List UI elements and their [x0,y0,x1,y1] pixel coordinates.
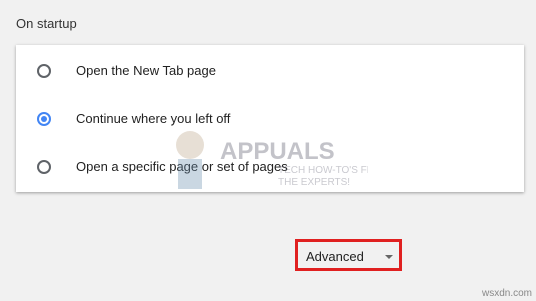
startup-options-card: Open the New Tab page Continue where you… [16,45,524,192]
option-label: Open the New Tab page [76,63,216,78]
option-continue[interactable]: Continue where you left off [16,95,524,143]
section-title: On startup [16,16,77,31]
radio-button-selected[interactable] [37,112,51,126]
advanced-button[interactable]: Advanced [295,239,402,271]
radio-button[interactable] [37,160,51,174]
radio-button[interactable] [37,64,51,78]
option-new-tab[interactable]: Open the New Tab page [16,47,524,95]
corner-watermark: wsxdn.com [481,288,532,299]
option-label: Open a specific page or set of pages [76,159,288,174]
option-label: Continue where you left off [76,111,231,126]
advanced-label: Advanced [306,249,364,264]
dropdown-arrow-icon [385,255,393,259]
option-specific-pages[interactable]: Open a specific page or set of pages [16,143,524,191]
